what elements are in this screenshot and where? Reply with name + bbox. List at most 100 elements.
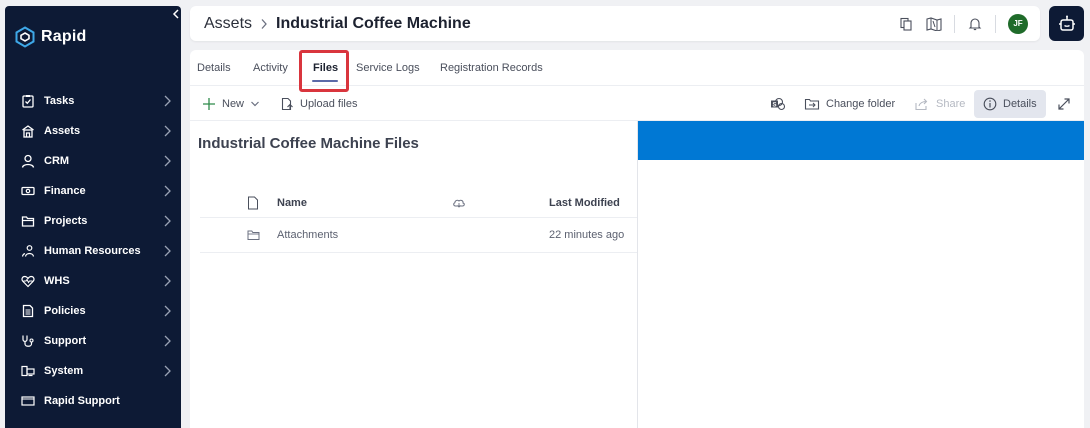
- map-icon[interactable]: [926, 16, 942, 32]
- table-row[interactable]: Attachments 22 minutes ago: [200, 218, 637, 253]
- avatar[interactable]: JF: [1008, 13, 1028, 34]
- sidebar: Rapid Tasks Assets CRM Finance Projects: [5, 6, 181, 428]
- details-label: Details: [1003, 98, 1037, 110]
- details-banner: [638, 121, 1084, 160]
- tab-bar: Details Activity Files Service Logs Regi…: [190, 50, 1084, 86]
- file-name[interactable]: Attachments: [277, 218, 338, 252]
- details-toggle-button[interactable]: Details: [974, 90, 1046, 118]
- share-icon: [915, 98, 928, 111]
- active-tab-indicator: [312, 80, 338, 82]
- app-logo[interactable]: Rapid: [14, 26, 86, 48]
- window-icon: [19, 394, 37, 408]
- stethoscope-icon: [19, 334, 37, 348]
- sidebar-item-whs[interactable]: WHS: [5, 266, 181, 296]
- sidebar-item-system[interactable]: System: [5, 356, 181, 386]
- sidebar-item-finance[interactable]: Finance: [5, 176, 181, 206]
- sidebar-nav: Tasks Assets CRM Finance Projects Human …: [5, 86, 181, 416]
- chevron-right-icon: [164, 335, 171, 347]
- column-last-modified[interactable]: Last Modified: [549, 188, 620, 217]
- system-icon: [19, 364, 37, 378]
- sidebar-item-label: CRM: [44, 155, 70, 167]
- file-modified: 22 minutes ago: [549, 229, 625, 241]
- svg-text:S: S: [772, 102, 776, 108]
- sidebar-item-assets[interactable]: Assets: [5, 116, 181, 146]
- sidebar-item-label: Policies: [44, 305, 86, 317]
- money-icon: [19, 184, 37, 198]
- chevron-down-icon: [251, 101, 259, 107]
- new-label: New: [222, 98, 245, 110]
- file-list-header: Name Last Modified: [200, 188, 637, 218]
- copy-icon[interactable]: [898, 16, 914, 32]
- folder-move-icon: [804, 98, 820, 110]
- sidebar-item-label: Assets: [44, 125, 81, 137]
- chevron-right-icon: [164, 275, 171, 287]
- logo-text: Rapid: [41, 28, 87, 45]
- header-actions: JF: [898, 6, 1028, 41]
- breadcrumb: Assets Industrial Coffee Machine: [204, 6, 471, 41]
- divider: [954, 14, 955, 33]
- tasks-icon: [19, 94, 37, 108]
- tab-activity[interactable]: Activity: [253, 50, 288, 86]
- chevron-right-icon: [164, 95, 171, 107]
- file-type-icon: [247, 188, 259, 217]
- upload-icon: [281, 97, 293, 111]
- chevron-right-icon: [164, 185, 171, 197]
- sidebar-item-label: Support: [44, 335, 87, 347]
- sharepoint-icon: S: [771, 97, 786, 111]
- sidebar-item-label: System: [44, 365, 84, 377]
- folder-icon: [19, 214, 37, 228]
- chevron-right-icon: [164, 215, 171, 227]
- sidebar-item-policies[interactable]: Policies: [5, 296, 181, 326]
- page-title: Industrial Coffee Machine: [276, 14, 471, 32]
- files-heading: Industrial Coffee Machine Files: [198, 135, 419, 152]
- upload-files-button[interactable]: Upload files: [280, 87, 357, 121]
- sidebar-item-crm[interactable]: CRM: [5, 146, 181, 176]
- tab-details[interactable]: Details: [197, 50, 231, 86]
- folder-icon: [247, 218, 260, 252]
- chevron-right-icon: [164, 125, 171, 137]
- person-icon: [19, 154, 37, 168]
- bell-icon[interactable]: [967, 16, 983, 32]
- plus-icon: [203, 98, 215, 110]
- sidebar-item-label: Human Resources: [44, 245, 141, 257]
- sidebar-item-rapid-support[interactable]: Rapid Support: [5, 386, 181, 416]
- sidebar-item-support[interactable]: Support: [5, 326, 181, 356]
- expand-icon: [1058, 98, 1070, 110]
- upload-label: Upload files: [300, 98, 358, 110]
- assets-icon: [19, 124, 37, 138]
- sidebar-item-projects[interactable]: Projects: [5, 206, 181, 236]
- chevron-right-icon: [164, 245, 171, 257]
- page-header: Assets Industrial Coffee Machine JF: [190, 6, 1040, 41]
- main-panel: Details Activity Files Service Logs Regi…: [190, 50, 1084, 428]
- tab-service-logs[interactable]: Service Logs: [356, 50, 420, 86]
- change-folder-button[interactable]: Change folder: [804, 87, 895, 121]
- sidebar-item-human-resources[interactable]: Human Resources: [5, 236, 181, 266]
- chevron-right-icon: [164, 365, 171, 377]
- chevron-left-icon: [172, 9, 179, 19]
- breadcrumb-parent[interactable]: Assets: [204, 15, 252, 33]
- cloud-icon: [452, 188, 466, 217]
- sharepoint-button[interactable]: S: [770, 87, 786, 121]
- chevron-right-icon: [164, 155, 171, 167]
- tab-registration-records[interactable]: Registration Records: [440, 50, 543, 86]
- expand-button[interactable]: [1057, 87, 1071, 121]
- people-icon: [19, 244, 37, 258]
- assistant-button[interactable]: [1049, 6, 1084, 41]
- sidebar-item-label: WHS: [44, 275, 70, 287]
- details-pane: [637, 121, 1084, 428]
- robot-icon: [1058, 15, 1075, 31]
- share-label: Share: [936, 98, 966, 110]
- sidebar-item-label: Projects: [44, 215, 88, 227]
- collapse-sidebar-button[interactable]: [170, 9, 182, 23]
- sidebar-item-tasks[interactable]: Tasks: [5, 86, 181, 116]
- chevron-right-icon: [164, 305, 171, 317]
- divider: [995, 14, 996, 33]
- sidebar-item-label: Finance: [44, 185, 86, 197]
- column-name[interactable]: Name: [277, 188, 307, 217]
- chevron-right-icon: [260, 18, 268, 30]
- rapid-logo-icon: [15, 26, 35, 48]
- files-toolbar: New Upload files S Change folder Share D…: [190, 87, 1084, 121]
- new-button[interactable]: New: [202, 87, 260, 121]
- heart-pulse-icon: [19, 274, 37, 288]
- share-button[interactable]: Share: [914, 87, 965, 121]
